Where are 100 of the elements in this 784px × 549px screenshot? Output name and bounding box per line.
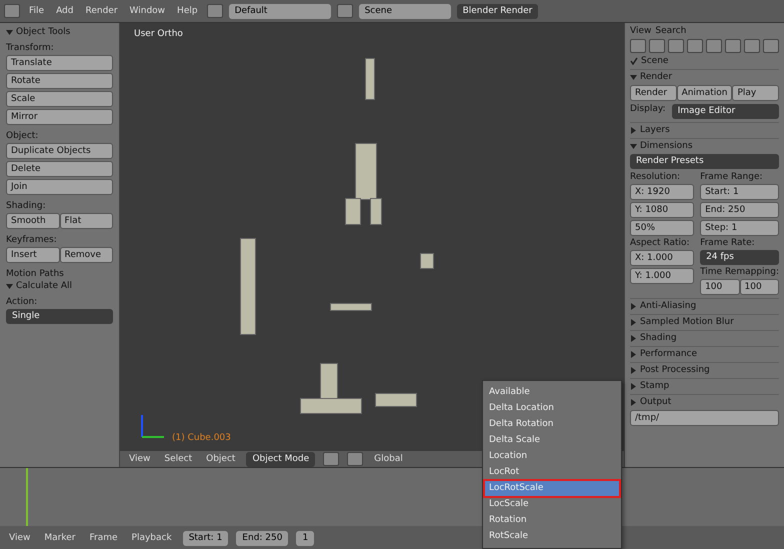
tool-button[interactable]: Rotate: [6, 73, 113, 89]
tab[interactable]: Search: [655, 26, 686, 36]
menu-item[interactable]: Window: [126, 6, 168, 16]
section-header[interactable]: Anti-Aliasing: [640, 301, 696, 311]
section-header[interactable]: Layers: [640, 125, 670, 135]
collapsed-triangle-icon[interactable]: [630, 382, 637, 390]
section-header[interactable]: Post Processing: [640, 365, 710, 375]
menu-item[interactable]: Marker: [41, 533, 78, 543]
scene-field[interactable]: Scene: [358, 4, 451, 18]
section-header[interactable]: Shading: [640, 333, 677, 343]
field-label: Time Remapping:: [700, 267, 779, 277]
menu-item[interactable]: Delta Scale: [485, 433, 619, 448]
number-field[interactable]: 100: [700, 279, 740, 295]
layout-field[interactable]: Default: [228, 4, 331, 18]
section-heading: Object:: [6, 131, 40, 141]
object-label: (1) Cube.003: [172, 433, 231, 443]
number-field[interactable]: Y: 1080: [630, 202, 694, 218]
render-engine-dropdown[interactable]: Blender Render: [456, 4, 538, 18]
check-icon: [630, 57, 638, 65]
tool-button[interactable]: Translate: [6, 55, 113, 71]
menu-item[interactable]: View: [6, 533, 34, 543]
section-heading: Action:: [6, 297, 38, 307]
number-field[interactable]: End: 250: [236, 530, 288, 546]
number-field[interactable]: Start: 1: [182, 530, 228, 546]
number-field[interactable]: Y: 1.000: [630, 268, 694, 284]
field-label: Aspect Ratio:: [630, 238, 691, 248]
tool-button[interactable]: Scale: [6, 91, 113, 107]
number-field[interactable]: End: 250: [700, 202, 779, 218]
section-header[interactable]: Output: [640, 397, 672, 407]
section-header[interactable]: Stamp: [640, 381, 670, 391]
tool-button[interactable]: Remove: [60, 247, 113, 263]
frame-cursor: [26, 468, 28, 526]
menu-item[interactable]: Render: [82, 6, 121, 16]
menu-item[interactable]: Object: [203, 454, 238, 464]
expanded-triangle-icon[interactable]: [630, 74, 637, 80]
menu-item[interactable]: Delta Location: [485, 401, 619, 416]
action-dropdown[interactable]: Single: [6, 309, 113, 324]
tool-button[interactable]: Insert: [6, 247, 60, 263]
display-dropdown[interactable]: Image Editor: [672, 104, 779, 119]
expanded-triangle-icon[interactable]: [630, 142, 637, 150]
model-part: [330, 303, 372, 311]
collapsed-triangle-icon[interactable]: [630, 302, 637, 310]
collapsed-triangle-icon[interactable]: [630, 318, 637, 326]
section-header[interactable]: Dimensions: [640, 141, 693, 151]
render-button[interactable]: Render: [630, 85, 677, 101]
section-heading: Motion Paths: [6, 269, 65, 279]
tool-button[interactable]: Delete: [6, 161, 113, 177]
menu-item[interactable]: Add: [53, 6, 76, 16]
frame-rate-dropdown[interactable]: 24 fps: [700, 250, 779, 265]
section-header[interactable]: Render: [640, 72, 672, 82]
output-path-field[interactable]: /tmp/: [630, 410, 779, 426]
collapsed-triangle-icon[interactable]: [630, 126, 637, 134]
collapsed-triangle-icon[interactable]: [630, 350, 637, 358]
tool-button[interactable]: Smooth: [6, 213, 60, 229]
collapsed-triangle-icon[interactable]: [630, 334, 637, 342]
menu-item[interactable]: Select: [161, 454, 196, 464]
number-field[interactable]: X: 1920: [630, 184, 694, 200]
menu-item[interactable]: Playback: [128, 533, 175, 543]
tool-button[interactable]: Flat: [60, 213, 113, 229]
display-label: Display:: [630, 104, 666, 116]
render-button[interactable]: Animation: [676, 85, 732, 101]
panel-title[interactable]: Object Tools: [16, 27, 70, 37]
model-part: [365, 58, 375, 100]
menu-item[interactable]: Help: [174, 6, 201, 16]
expanded-triangle-icon[interactable]: [6, 28, 13, 36]
menu-item[interactable]: Delta Rotation: [485, 417, 619, 432]
number-field[interactable]: X: 1.000: [630, 250, 694, 266]
section-header[interactable]: Performance: [640, 349, 698, 359]
render-button[interactable]: Play: [732, 85, 780, 101]
menu-item[interactable]: Available: [485, 385, 619, 400]
model-part: [420, 253, 434, 269]
presets-dropdown[interactable]: Render Presets: [630, 154, 779, 169]
number-field[interactable]: 50%: [630, 220, 694, 236]
orientation-label[interactable]: Global: [371, 454, 406, 464]
tab[interactable]: View: [630, 26, 652, 36]
section-heading: Keyframes:: [6, 235, 58, 245]
number-field[interactable]: 100: [740, 279, 779, 295]
toggle-option[interactable]: Calculate All: [16, 281, 72, 291]
menu-item[interactable]: RotScale: [485, 529, 619, 544]
tool-button[interactable]: Mirror: [6, 109, 113, 125]
number-field[interactable]: Step: 1: [700, 220, 779, 236]
field-label: Frame Range:: [700, 172, 764, 182]
collapsed-triangle-icon[interactable]: [630, 398, 637, 406]
expanded-triangle-icon[interactable]: [6, 282, 13, 290]
menu-item[interactable]: File: [26, 6, 48, 16]
tool-button[interactable]: Join: [6, 179, 113, 195]
number-field[interactable]: Start: 1: [700, 184, 779, 200]
tool-button[interactable]: Duplicate Objects: [6, 143, 113, 159]
menu-item[interactable]: Frame: [86, 533, 121, 543]
menu-item[interactable]: Location: [485, 449, 619, 464]
collapsed-triangle-icon[interactable]: [630, 366, 637, 374]
mode-dropdown[interactable]: Object Mode: [246, 452, 316, 466]
section-header[interactable]: Sampled Motion Blur: [640, 317, 734, 327]
menu-item[interactable]: View: [126, 454, 154, 464]
menu-item[interactable]: LocScale: [485, 497, 619, 512]
menu-item[interactable]: LocRotScale: [485, 481, 619, 496]
menu-item[interactable]: LocRot: [485, 465, 619, 480]
menu-item[interactable]: Rotation: [485, 513, 619, 528]
number-field[interactable]: 1: [296, 530, 314, 546]
section-heading: Shading:: [6, 201, 47, 211]
